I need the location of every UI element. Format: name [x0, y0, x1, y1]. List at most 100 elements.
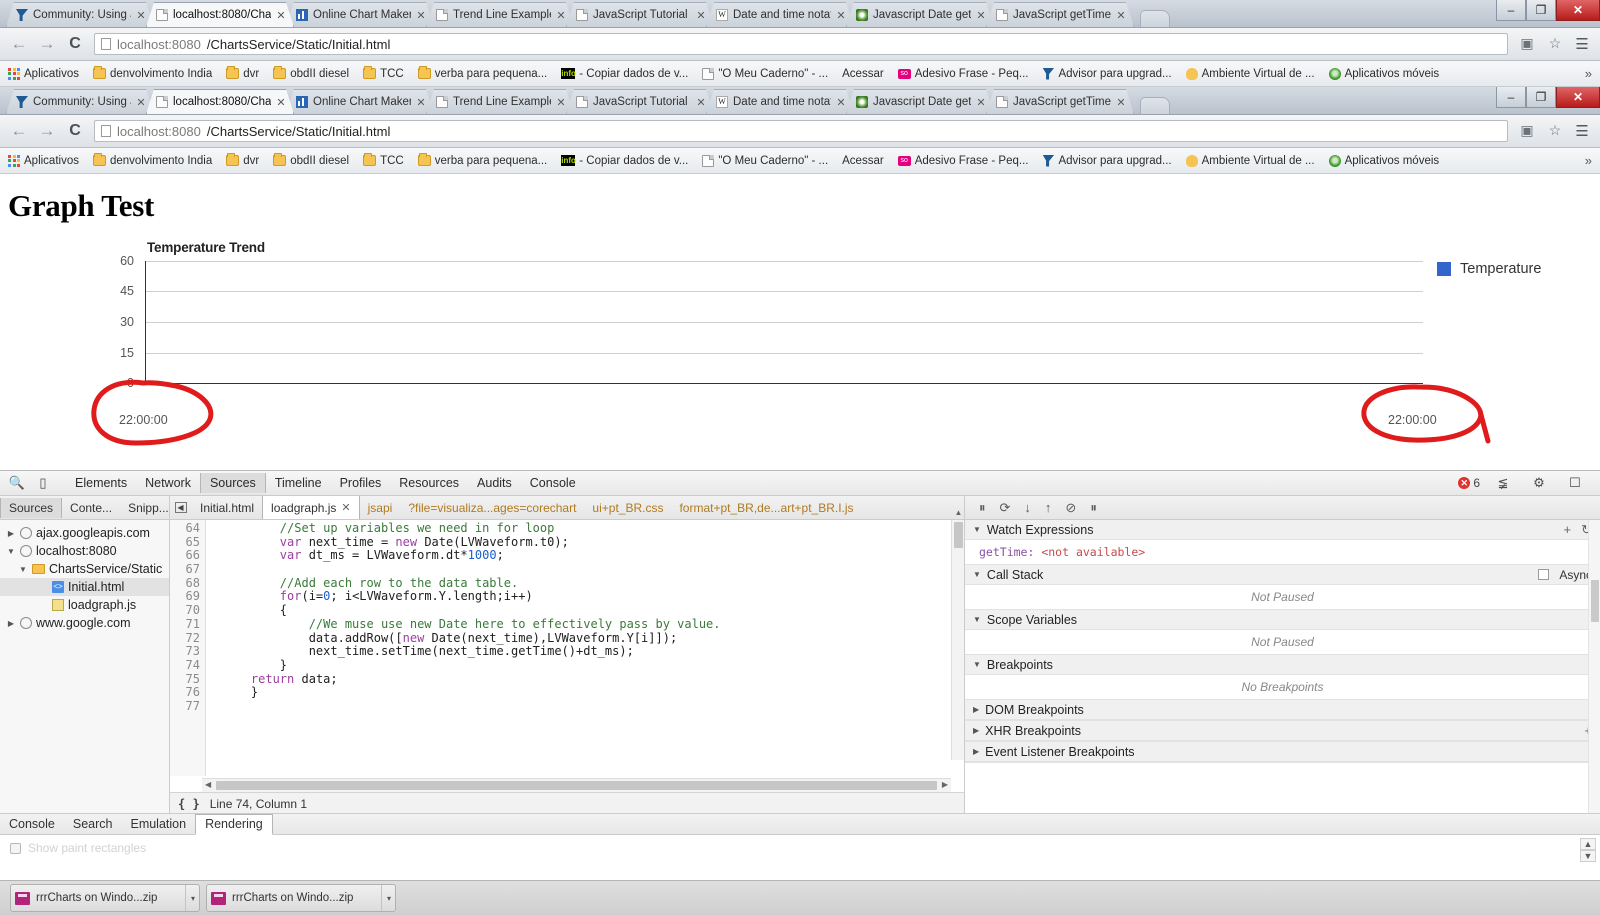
bookmark-9[interactable]: so Adesivo Frase - Peq... — [897, 68, 1028, 80]
chevron-right-icon[interactable]: ▶ — [973, 747, 979, 756]
tab-javascript-gettime-method[interactable]: JavaScript getTime Met ✕ — [986, 89, 1134, 114]
line-number[interactable]: 71 — [170, 617, 200, 632]
close-icon[interactable]: ✕ — [136, 9, 146, 22]
new-tab-button[interactable] — [1140, 10, 1170, 27]
tab-community-using-java[interactable]: Community: Using Java ✕ — [6, 89, 154, 114]
bookmark-1[interactable]: denvolvimento India — [92, 66, 212, 80]
bookmark-6[interactable]: info - Copiar dados de v... — [561, 68, 688, 80]
bookmark-tcc[interactable]: TCC — [363, 153, 404, 167]
tab-3-ghost[interactable]: Trend Line Example ✕ — [426, 2, 574, 27]
bookmark-denvolvimento-india[interactable]: denvolvimento India — [92, 153, 212, 167]
chevron-down-icon[interactable]: ▼ — [18, 565, 28, 574]
line-number[interactable]: 73 — [170, 644, 200, 659]
chevron-down-icon[interactable]: ▼ — [973, 570, 981, 579]
translate-icon[interactable]: ▣ — [1518, 35, 1536, 53]
device-toggle-icon[interactable]: ▯ — [30, 475, 56, 491]
pane-header[interactable]: ▼ Scope Variables — [965, 610, 1600, 630]
close-icon[interactable]: ✕ — [696, 96, 706, 109]
minimize-button[interactable]: – — [1496, 0, 1526, 21]
bookmark-aplicativos-moveis[interactable]: Aplicativos móveis — [1328, 154, 1439, 167]
back-icon[interactable]: ← — [10, 35, 28, 53]
page-info-icon[interactable] — [101, 125, 111, 137]
async-toggle[interactable]: Async — [1538, 568, 1592, 582]
bookmark-obdii-diesel[interactable]: obdII diesel — [273, 153, 349, 167]
line-number[interactable]: 70 — [170, 603, 200, 618]
bookmarks-overflow-icon[interactable]: » — [1585, 153, 1592, 168]
tab-2-ghost[interactable]: Online Chart Maker | an ✕ — [286, 2, 434, 27]
tree-item-loadgraph-js[interactable]: loadgraph.js — [0, 596, 169, 614]
address-bar[interactable]: localhost:8080/ChartsService/Static/Init… — [94, 33, 1508, 55]
close-icon[interactable]: ✕ — [556, 96, 566, 109]
sidebar-scrollbar[interactable] — [1588, 520, 1600, 814]
close-icon[interactable]: ✕ — [836, 96, 846, 109]
line-number[interactable]: 77 — [170, 699, 200, 714]
back-icon[interactable]: ← — [10, 122, 28, 140]
bookmark-7[interactable]: "O Meu Caderno" - ... — [702, 67, 828, 80]
bookmark-11[interactable]: Ambiente Virtual de ... — [1185, 67, 1315, 80]
bookmark-star-icon[interactable]: ☆ — [1546, 35, 1564, 53]
tree-item-localhost[interactable]: ▼ localhost:8080 — [0, 542, 169, 560]
dock-icon[interactable]: ☐ — [1562, 475, 1588, 491]
minimize-button[interactable]: – — [1496, 87, 1526, 108]
close-window-button[interactable]: ✕ — [1556, 0, 1600, 21]
bookmark-dvr[interactable]: dvr — [226, 153, 259, 167]
tab-6-ghost[interactable]: Javascript Date getTime ✕ — [846, 2, 994, 27]
tab-console[interactable]: Console — [521, 473, 585, 493]
tab-0-ghost[interactable]: Community: Using Java ✕ — [6, 2, 154, 27]
scroll-up-icon[interactable]: ▲ — [1580, 838, 1596, 850]
bookmark-verba[interactable]: verba para pequena... — [417, 153, 547, 167]
bookmark-meu-caderno[interactable]: "O Meu Caderno" - ... — [702, 154, 828, 167]
line-number[interactable]: 68 — [170, 576, 200, 591]
scrollbar-thumb[interactable] — [1591, 580, 1599, 622]
close-icon[interactable]: ✕ — [136, 96, 146, 109]
drawer-scrollbar[interactable]: ▲ ▼ — [1580, 838, 1596, 862]
address-bar[interactable]: localhost:8080/ChartsService/Static/Init… — [94, 120, 1508, 142]
watch-expression-row[interactable]: getTime: <not available> — [965, 540, 1600, 564]
bookmark-star-icon[interactable]: ☆ — [1546, 122, 1564, 140]
chevron-down-icon[interactable]: ▼ — [973, 615, 981, 624]
close-icon[interactable]: ✕ — [276, 9, 286, 22]
tree-item-chartsservice-static[interactable]: ▼ ChartsService/Static — [0, 560, 169, 578]
bookmark-10[interactable]: Advisor para upgrad... — [1042, 67, 1172, 80]
show-paint-rectangles-checkbox[interactable] — [10, 842, 21, 854]
pane-header[interactable]: ▼ Breakpoints — [965, 655, 1600, 675]
editor-vertical-scrollbar[interactable]: ▲ — [951, 508, 964, 760]
drawer-tab-search[interactable]: Search — [64, 815, 122, 833]
pane-header[interactable]: ▶ XHR Breakpoints + — [965, 721, 1600, 741]
source-tab-corechart[interactable]: ?file=visualiza...ages=corechart — [400, 498, 584, 518]
source-tab-initial-html[interactable]: Initial.html — [192, 498, 262, 518]
bookmark-2[interactable]: dvr — [226, 66, 259, 80]
tab-network[interactable]: Network — [136, 473, 200, 493]
code-editor[interactable]: 64 65 66 67 68 69 70 71 72 73 74 75 76 77 //Set up va… — [170, 520, 964, 776]
step-over-button[interactable]: ⟳ — [1000, 500, 1011, 516]
chevron-right-icon[interactable]: ▶ — [973, 705, 979, 714]
tab-audits[interactable]: Audits — [468, 473, 521, 493]
bookmark-8[interactable]: Acessar — [842, 68, 884, 80]
pane-header[interactable]: ▼ Call Stack Async — [965, 565, 1600, 585]
line-number[interactable]: 76 — [170, 686, 200, 700]
translate-icon[interactable]: ▣ — [1518, 122, 1536, 140]
scrollbar-thumb[interactable] — [954, 522, 963, 548]
bookmark-apps[interactable]: Aplicativos — [8, 67, 79, 80]
chevron-right-icon[interactable]: ▶ — [6, 619, 16, 628]
tab-date-and-time-notation[interactable]: W Date and time notation ✕ — [706, 89, 854, 114]
tab-javascript-tutorial[interactable]: JavaScript Tutorial - Ap ✕ — [566, 89, 714, 114]
navigator-tab-content[interactable]: Conte... — [62, 498, 120, 518]
forward-icon[interactable]: → — [38, 122, 56, 140]
tree-item-ajax-googleapis[interactable]: ▶ ajax.googleapis.com — [0, 524, 169, 542]
async-checkbox[interactable] — [1538, 569, 1550, 580]
scrollbar-thumb[interactable] — [216, 781, 937, 790]
tab-timeline[interactable]: Timeline — [266, 473, 331, 493]
chrome-menu-icon[interactable]: ☰ — [1574, 122, 1590, 140]
source-tab-format-pt-br[interactable]: format+pt_BR,de...art+pt_BR.I.js — [671, 498, 861, 518]
line-number[interactable]: 75 — [170, 672, 200, 687]
tree-item-initial-html[interactable]: <> Initial.html — [0, 578, 169, 596]
bookmark-ambiente-virtual[interactable]: Ambiente Virtual de ... — [1185, 154, 1315, 167]
pause-on-exceptions-button[interactable]: ⏸ — [1090, 500, 1097, 516]
drawer-tab-emulation[interactable]: Emulation — [121, 815, 195, 833]
close-icon[interactable]: ✕ — [341, 501, 350, 514]
chevron-down-icon[interactable]: ▾ — [184, 885, 195, 911]
close-icon[interactable]: ✕ — [1116, 96, 1126, 109]
bookmark-12[interactable]: Aplicativos móveis — [1328, 67, 1439, 80]
pane-header[interactable]: ▼ Watch Expressions + ↻ — [965, 520, 1600, 540]
